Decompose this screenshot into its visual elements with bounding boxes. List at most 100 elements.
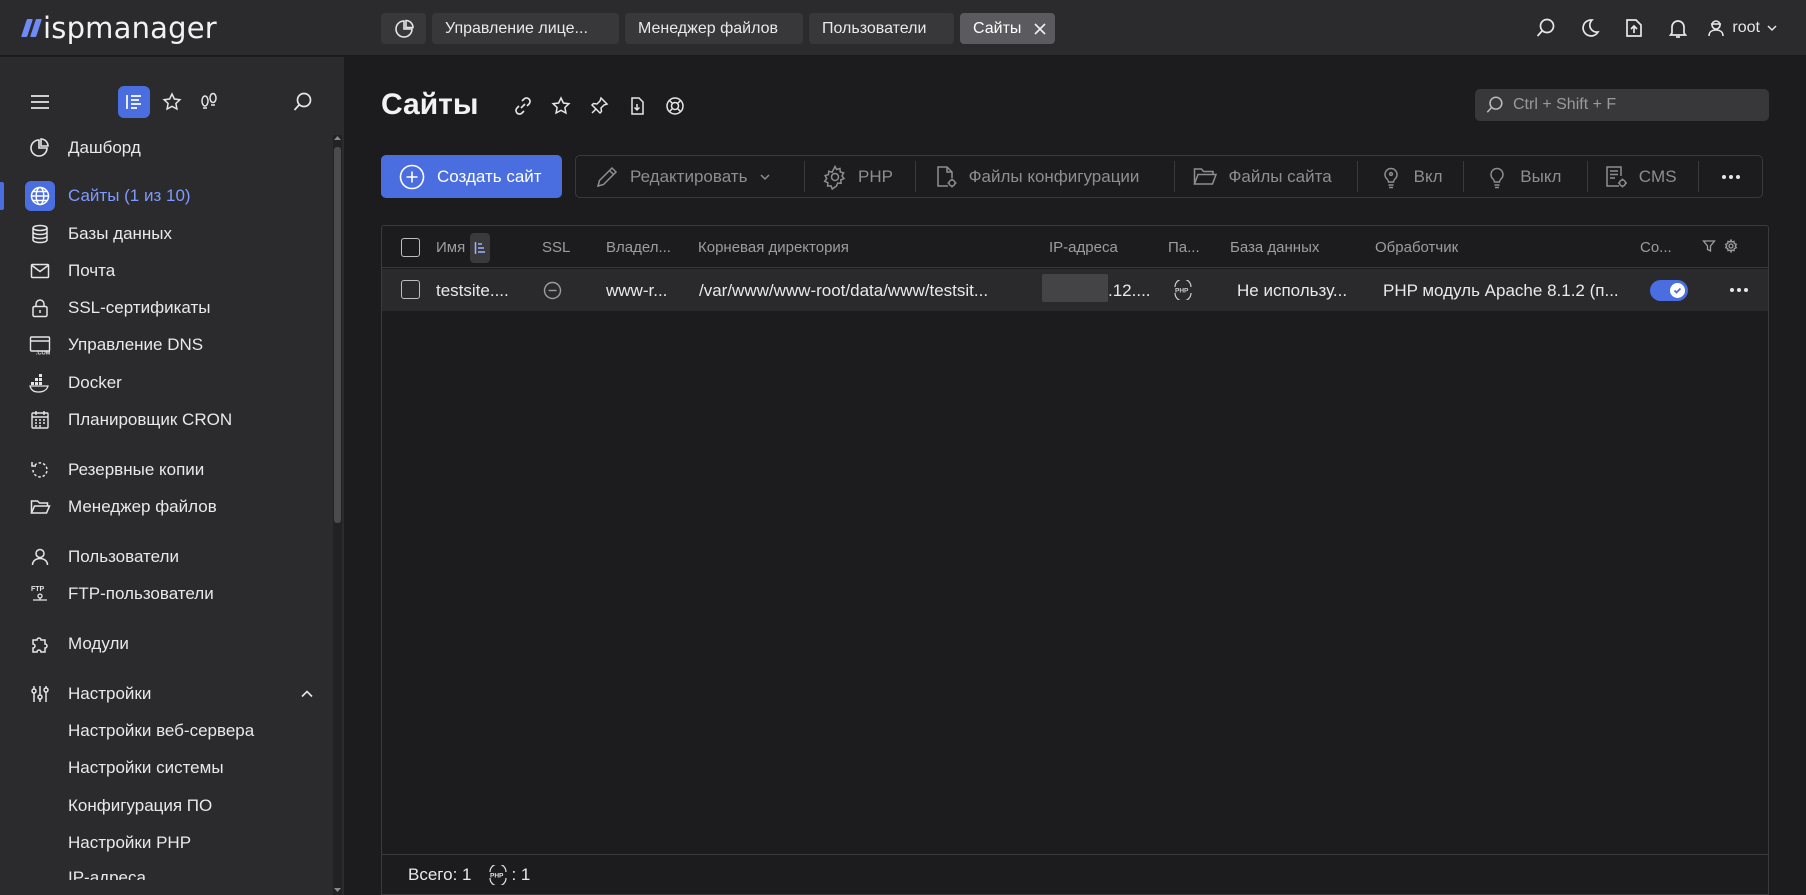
row-checkbox[interactable] — [401, 280, 420, 299]
sidebar-item-file-manager[interactable]: Менеджер файлов — [0, 491, 332, 523]
sidebar-subitem-system-settings[interactable]: Настройки системы — [0, 752, 332, 784]
sidebar-item-label: Настройки веб-сервера — [68, 721, 255, 740]
sidebar-subitem-webserver-settings[interactable]: Настройки веб-сервера — [0, 715, 332, 747]
sidebar-item-ssl[interactable]: SSL-сертификаты — [0, 292, 332, 324]
ssl-none-icon — [543, 281, 562, 300]
moon-icon[interactable] — [1568, 14, 1612, 42]
search-icon — [1485, 95, 1505, 115]
chevron-down-icon — [759, 171, 771, 183]
sidebar-item-databases[interactable]: Базы данных — [0, 218, 332, 250]
link-icon[interactable] — [504, 93, 542, 119]
enable-label: Вкл — [1413, 166, 1443, 186]
checkmark-icon — [1670, 283, 1685, 298]
gear-icon — [822, 164, 848, 190]
sidebar-item-sites[interactable]: Сайты (1 из 10) — [0, 180, 332, 212]
sidebar-item-backups[interactable]: Резервные копии — [0, 454, 332, 486]
sidebar-subitem-php-settings[interactable]: Настройки PHP — [0, 827, 332, 859]
scroll-down-icon[interactable] — [333, 887, 342, 895]
sidebar-subitem-ip-addresses[interactable]: IP-адреса — [0, 860, 332, 880]
column-header-root[interactable]: Корневая директория — [698, 239, 849, 256]
sidebar-scrollbar[interactable] — [333, 135, 342, 895]
chevron-up-icon[interactable] — [300, 687, 314, 701]
column-header-ssl[interactable]: SSL — [542, 239, 570, 256]
list-view-icon[interactable] — [118, 86, 150, 118]
tab-users[interactable]: Пользователи — [809, 13, 954, 44]
site-files-button[interactable]: Файлы сайта — [1175, 156, 1356, 197]
tab-file-manager[interactable]: Менеджер файлов — [625, 13, 803, 44]
star-icon[interactable] — [156, 86, 188, 118]
config-files-label: Файлы конфигурации — [968, 166, 1140, 186]
export-icon[interactable] — [618, 93, 656, 119]
svg-text:.COM: .COM — [36, 351, 51, 357]
app-logo[interactable]: ispmanager — [21, 10, 217, 46]
column-header-database[interactable]: База данных — [1230, 239, 1319, 256]
database-icon — [25, 219, 55, 249]
sidebar-item-users[interactable]: Пользователи — [0, 541, 332, 573]
config-files-button[interactable]: Файлы конфигурации — [916, 156, 1175, 197]
tab-bar: Управление лице... Менеджер файлов Польз… — [381, 13, 1056, 44]
cell-name: testsite.... — [436, 281, 509, 300]
sidebar-item-label: Дашборд — [68, 138, 141, 157]
edit-label: Редактировать — [630, 166, 748, 186]
sidebar-search-icon[interactable] — [287, 86, 319, 118]
select-all-checkbox[interactable] — [401, 238, 420, 257]
sidebar-item-docker[interactable]: Docker — [0, 367, 332, 399]
tab-sites[interactable]: Сайты — [960, 13, 1056, 44]
sidebar-item-label: Настройки PHP — [68, 833, 192, 852]
sidebar-item-dns[interactable]: .COM Управление DNS — [0, 329, 332, 361]
cms-button[interactable]: CMS — [1588, 156, 1699, 197]
tab-label: Управление лице... — [445, 19, 588, 37]
global-search-input[interactable] — [1513, 96, 1753, 114]
php-count: : 1 — [511, 864, 531, 884]
php-button[interactable]: PHP — [805, 156, 915, 197]
column-header-owner[interactable]: Владел... — [606, 239, 671, 256]
global-search[interactable] — [1475, 89, 1769, 121]
scroll-up-icon[interactable] — [333, 135, 342, 143]
sidebar-subitem-software-config[interactable]: Конфигурация ПО — [0, 790, 332, 822]
column-settings-gear-icon[interactable] — [1724, 239, 1738, 253]
sidebar-item-cron[interactable]: Планировщик CRON — [0, 404, 332, 436]
table-row[interactable]: testsite.... www-r... /var/www/www-root/… — [382, 269, 1768, 311]
user-menu[interactable]: root — [1706, 18, 1778, 38]
sidebar-item-label: Резервные копии — [68, 460, 205, 479]
scroll-thumb[interactable] — [334, 147, 341, 523]
sidebar-item-label: Почта — [68, 261, 116, 280]
backup-icon — [25, 455, 55, 485]
sidebar-item-settings[interactable]: Настройки — [0, 678, 332, 710]
column-header-name[interactable]: Имя — [436, 239, 465, 256]
column-header-handler[interactable]: Обработчик — [1375, 239, 1458, 256]
close-icon[interactable] — [1031, 20, 1049, 38]
sidebar-item-mail[interactable]: Почта — [0, 255, 332, 287]
pin-icon[interactable] — [580, 93, 618, 119]
sort-icon[interactable] — [470, 233, 490, 263]
edit-button[interactable]: Редактировать — [576, 156, 804, 197]
tab-dashboard[interactable] — [381, 13, 426, 44]
row-more-icon[interactable] — [1729, 287, 1749, 293]
create-site-button[interactable]: Создать сайт — [381, 155, 562, 198]
bell-icon[interactable] — [1656, 14, 1700, 42]
disable-button[interactable]: Выкл — [1464, 156, 1587, 197]
footprints-icon[interactable] — [193, 86, 225, 118]
column-header-ip[interactable]: IP-адреса — [1049, 239, 1118, 256]
more-icon[interactable] — [1699, 156, 1762, 197]
menu-icon[interactable] — [24, 86, 56, 118]
tab-label: Менеджер файлов — [638, 19, 778, 37]
sidebar-item-label: Настройки — [68, 684, 152, 703]
site-status-toggle[interactable] — [1650, 280, 1688, 301]
ftp-icon: FTP — [25, 579, 55, 609]
search-icon[interactable] — [1524, 14, 1568, 42]
bulb-on-icon — [1378, 164, 1404, 190]
upload-icon[interactable] — [1612, 14, 1656, 42]
enable-button[interactable]: Вкл — [1358, 156, 1464, 197]
sidebar-item-ftp-users[interactable]: FTP FTP-пользователи — [0, 578, 332, 610]
filter-icon[interactable] — [1702, 239, 1716, 253]
top-bar: ispmanager Управление лице... Менеджер ф… — [0, 0, 1806, 56]
column-header-status[interactable]: Со... — [1640, 239, 1672, 256]
table-header: Имя SSL Владел... Корневая директория IP… — [382, 226, 1768, 268]
favorite-star-icon[interactable] — [542, 93, 580, 119]
help-lifebuoy-icon[interactable] — [656, 93, 694, 119]
sidebar-item-modules[interactable]: Модули — [0, 628, 332, 660]
sidebar-item-dashboard[interactable]: Дашборд — [0, 132, 332, 164]
column-header-params[interactable]: Па... — [1168, 239, 1200, 256]
tab-license[interactable]: Управление лице... — [432, 13, 619, 44]
